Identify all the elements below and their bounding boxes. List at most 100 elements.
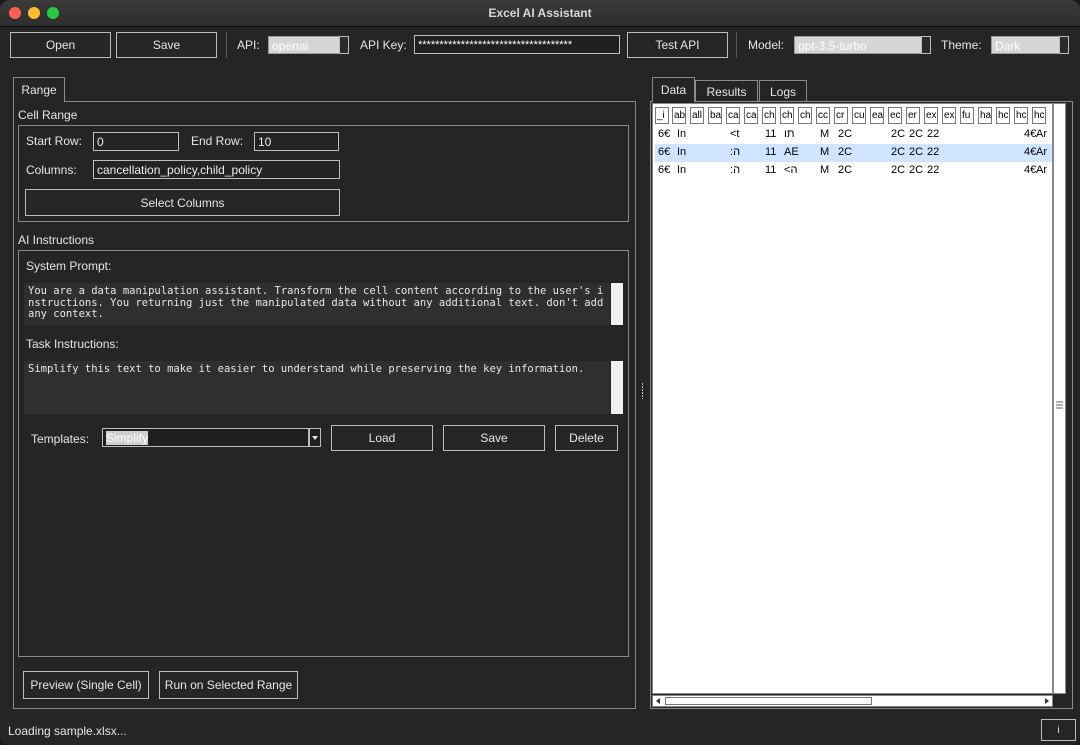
table-cell[interactable]: In <box>677 164 692 176</box>
table-cell[interactable]: 6€ <box>658 128 673 140</box>
horizontal-scroll-thumb[interactable] <box>665 697 872 705</box>
column-header[interactable]: hc <box>1014 107 1028 124</box>
templates-select[interactable]: Simplify <box>102 428 309 447</box>
table-cell[interactable]: :ה <box>730 146 745 158</box>
preview-single-cell-button[interactable]: Preview (Single Cell) <box>23 671 149 699</box>
theme-dropdown-arrow[interactable] <box>1059 36 1069 54</box>
pane-sash-handle[interactable] <box>641 383 644 399</box>
open-button[interactable]: Open <box>10 32 111 58</box>
table-cell[interactable]: M <box>820 146 835 158</box>
column-header[interactable]: cu <box>852 107 866 124</box>
table-cell[interactable]: 11 <box>765 164 780 176</box>
cell-range-heading: Cell Range <box>18 108 78 122</box>
table-cell[interactable]: 2C <box>891 146 906 158</box>
table-cell[interactable]: 2C <box>909 128 924 140</box>
grid-vertical-scrollbar[interactable] <box>1053 103 1066 694</box>
tab-logs[interactable]: Logs <box>759 80 807 102</box>
table-row[interactable]: 6€ In:ה 11 AE M 2C 2C 2C 22 4€ Ar <box>655 144 1052 162</box>
column-header[interactable]: hc <box>996 107 1010 124</box>
table-cell[interactable]: In <box>677 146 692 158</box>
theme-select[interactable]: Dark <box>991 36 1060 54</box>
table-cell[interactable]: Ar <box>1036 146 1051 158</box>
table-cell[interactable]: 2C <box>891 164 906 176</box>
table-cell[interactable]: 2C <box>838 164 853 176</box>
column-header[interactable]: er <box>906 107 920 124</box>
table-cell[interactable]: :ה <box>730 164 745 176</box>
table-cell[interactable]: 2C <box>838 128 853 140</box>
column-header[interactable]: ch <box>798 107 812 124</box>
system-prompt-scrollbar[interactable] <box>611 283 623 325</box>
end-row-label: End Row: <box>191 134 244 148</box>
tab-data[interactable]: Data <box>652 77 695 102</box>
column-header[interactable]: fu <box>960 107 974 124</box>
table-cell[interactable]: 22 <box>927 128 942 140</box>
column-header[interactable]: hc <box>1032 107 1046 124</box>
table-cell[interactable]: 6€ <box>658 146 673 158</box>
table-cell[interactable]: תו <box>784 128 799 140</box>
delete-template-button[interactable]: Delete <box>555 425 618 451</box>
table-cell[interactable]: 11 <box>765 128 780 140</box>
save-file-button[interactable]: Save <box>116 32 217 58</box>
column-header[interactable]: ea <box>870 107 884 124</box>
grid-horizontal-scrollbar[interactable] <box>652 695 1053 707</box>
column-header[interactable]: ch <box>780 107 794 124</box>
table-row[interactable]: 6€ In <t 11 תו M 2C 2C 2C 22 4€ Ar <box>655 126 1052 144</box>
api-select[interactable]: openai <box>268 36 340 54</box>
column-header[interactable]: ex <box>942 107 956 124</box>
table-row[interactable]: 6€ In:ה 11 <ה M 2C 2C 2C 22 4€ Ar <box>655 162 1052 180</box>
run-selected-range-button[interactable]: Run on Selected Range <box>159 671 298 699</box>
column-header[interactable]: cc <box>816 107 830 124</box>
table-cell[interactable]: In <box>677 128 692 140</box>
tab-results[interactable]: Results <box>695 80 758 102</box>
scroll-grip-icon <box>1056 401 1063 409</box>
column-header[interactable]: ca <box>744 107 758 124</box>
column-header[interactable]: ec <box>888 107 902 124</box>
column-header[interactable]: _i <box>655 107 669 124</box>
data-grid[interactable]: _i ab all ba ca ca ch ch ch cc cr cu ea ec er ex ex fu ha h… <box>652 103 1053 694</box>
table-cell[interactable]: 11 <box>765 146 780 158</box>
table-cell[interactable]: 2C <box>909 146 924 158</box>
table-cell[interactable]: Ar <box>1036 164 1051 176</box>
api-key-field[interactable]: ************************************ <box>414 35 620 54</box>
scroll-left-icon[interactable] <box>653 696 663 706</box>
column-header[interactable]: ba <box>708 107 722 124</box>
end-row-field[interactable]: 10 <box>254 132 339 151</box>
scroll-right-icon[interactable] <box>1042 696 1052 706</box>
templates-dropdown-arrow[interactable] <box>309 428 321 447</box>
select-columns-button[interactable]: Select Columns <box>25 189 340 216</box>
table-cell[interactable]: Ar <box>1036 128 1051 140</box>
table-cell[interactable]: 2C <box>891 128 906 140</box>
column-header[interactable]: ha <box>978 107 992 124</box>
table-cell[interactable]: 2C <box>909 164 924 176</box>
start-row-field[interactable]: 0 <box>93 132 179 151</box>
save-template-button[interactable]: Save <box>443 425 545 451</box>
table-cell[interactable]: 2C <box>838 146 853 158</box>
table-cell[interactable]: <t <box>730 128 745 140</box>
column-header[interactable]: ch <box>762 107 776 124</box>
table-cell[interactable]: 22 <box>927 146 942 158</box>
model-select[interactable]: gpt-3.5-turbo <box>794 36 922 54</box>
task-instructions-textarea[interactable]: Simplify this text to make it easier to … <box>24 361 610 414</box>
window-title: Excel AI Assistant <box>488 6 592 20</box>
task-instructions-scrollbar[interactable] <box>611 361 623 414</box>
column-header[interactable]: ex <box>924 107 938 124</box>
table-cell[interactable]: AE <box>784 146 799 158</box>
table-cell[interactable]: M <box>820 128 835 140</box>
tab-range[interactable]: Range <box>13 77 65 102</box>
load-template-button[interactable]: Load <box>331 425 433 451</box>
system-prompt-textarea[interactable]: You are a data manipulation assistant. T… <box>24 283 610 325</box>
table-cell[interactable]: 6€ <box>658 164 673 176</box>
app-window: Excel AI Assistant Open Save API: openai… <box>0 0 1080 745</box>
model-dropdown-arrow[interactable] <box>921 36 931 54</box>
table-cell[interactable]: 22 <box>927 164 942 176</box>
table-cell[interactable]: M <box>820 164 835 176</box>
table-cell[interactable]: <ה <box>784 164 799 176</box>
column-header[interactable]: ca <box>726 107 740 124</box>
column-header[interactable]: ab <box>672 107 686 124</box>
columns-field[interactable]: cancellation_policy,child_policy <box>93 160 340 179</box>
test-api-button[interactable]: Test API <box>627 32 728 58</box>
column-header[interactable]: all <box>690 107 704 124</box>
column-header[interactable]: cr <box>834 107 848 124</box>
api-dropdown-arrow[interactable] <box>339 36 349 54</box>
info-icon[interactable]: i <box>1041 719 1076 741</box>
